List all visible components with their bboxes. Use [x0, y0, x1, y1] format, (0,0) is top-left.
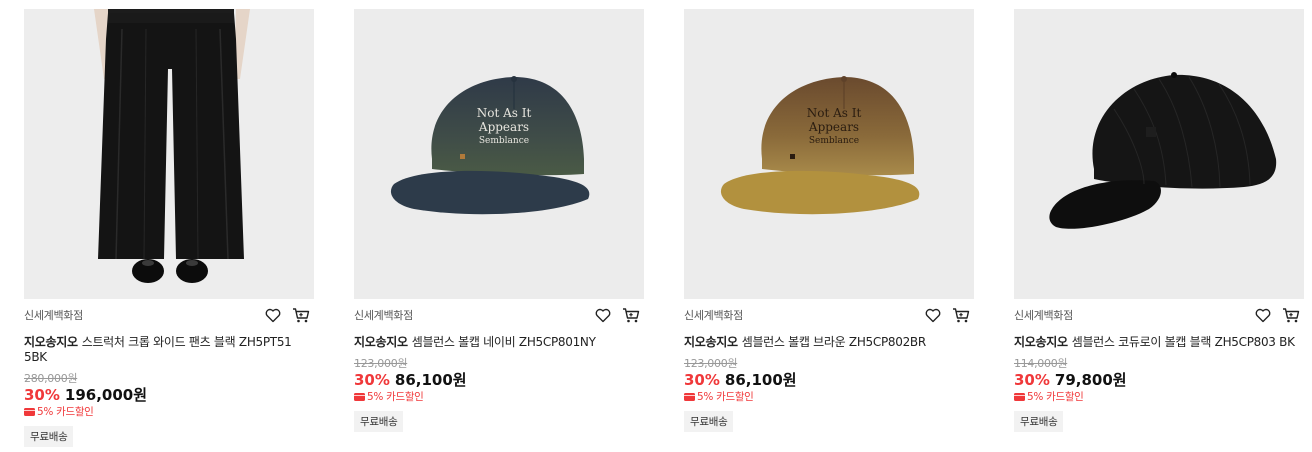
cap-print-line-3: Semblance: [479, 136, 529, 146]
original-price: 114,000원: [1014, 357, 1068, 370]
sale-price: 79,800원: [1054, 371, 1127, 389]
cap-print-line-2: Appears: [478, 120, 529, 134]
heart-icon[interactable]: [1254, 306, 1272, 324]
product-name: 셈블런스 볼캡 네이비 ZH5CP801NY: [411, 335, 596, 349]
product-name: 셈블런스 볼캡 브라운 ZH5CP802BR: [741, 335, 926, 349]
product-title[interactable]: 지오송지오 스트럭처 크롭 와이드 팬츠 블랙 ZH5PT51 5BK: [24, 335, 306, 365]
product-image-corduroy-cap[interactable]: [1014, 9, 1304, 299]
cap-print-line-1: Not As It: [807, 106, 862, 120]
card-discount-text: 5% 카드할인: [1027, 391, 1084, 403]
product-card[interactable]: Not As It Appears Semblance 신세계백화점 지오송지오…: [684, 9, 974, 432]
product-card[interactable]: 신세계백화점 지오송지오 셈블런스 코듀로이 볼캡 블랙 ZH5CP803 BK …: [1014, 9, 1304, 432]
store-name: 신세계백화점: [354, 309, 413, 322]
product-image-pants[interactable]: [24, 9, 314, 299]
brand-name: 지오송지오: [1014, 335, 1068, 349]
discount-rate: 30%: [24, 386, 60, 404]
free-shipping-badge: 무료배송: [684, 411, 734, 432]
store-name: 신세계백화점: [24, 309, 83, 322]
product-card[interactable]: Not As It Appears Semblance 신세계백화점 지오송지오…: [354, 9, 644, 432]
sale-price: 86,100원: [724, 371, 797, 389]
store-name: 신세계백화점: [684, 309, 743, 322]
cart-icon[interactable]: [622, 306, 640, 324]
card-discount-text: 5% 카드할인: [37, 406, 94, 418]
product-title[interactable]: 지오송지오 셈블런스 볼캡 브라운 ZH5CP802BR: [684, 335, 966, 350]
cap-print-line-3: Semblance: [809, 136, 859, 146]
product-name: 셈블런스 코듀로이 볼캡 블랙 ZH5CP803 BK: [1071, 335, 1295, 349]
cap-print-line-2: Appears: [808, 120, 859, 134]
credit-card-icon: [24, 407, 35, 416]
product-grid: 신세계백화점 지오송지오 스트럭처 크롭 와이드 팬츠 블랙 ZH5PT51 5B…: [0, 0, 1312, 452]
brand-name: 지오송지오: [24, 335, 78, 349]
discount-rate: 30%: [684, 371, 720, 389]
card-discount-text: 5% 카드할인: [697, 391, 754, 403]
brand-name: 지오송지오: [684, 335, 738, 349]
heart-icon[interactable]: [924, 306, 942, 324]
credit-card-icon: [684, 392, 695, 401]
store-name: 신세계백화점: [1014, 309, 1073, 322]
card-discount-text: 5% 카드할인: [367, 391, 424, 403]
credit-card-icon: [354, 392, 365, 401]
product-card[interactable]: 신세계백화점 지오송지오 스트럭처 크롭 와이드 팬츠 블랙 ZH5PT51 5B…: [24, 9, 314, 447]
cart-icon[interactable]: [952, 306, 970, 324]
heart-icon[interactable]: [594, 306, 612, 324]
brand-name: 지오송지오: [354, 335, 408, 349]
discount-rate: 30%: [354, 371, 390, 389]
free-shipping-badge: 무료배송: [24, 426, 74, 447]
original-price: 280,000원: [24, 372, 78, 385]
product-image-navy-cap[interactable]: Not As It Appears Semblance: [354, 9, 644, 299]
sale-price: 86,100원: [394, 371, 467, 389]
original-price: 123,000원: [354, 357, 408, 370]
free-shipping-badge: 무료배송: [354, 411, 404, 432]
heart-icon[interactable]: [264, 306, 282, 324]
credit-card-icon: [1014, 392, 1025, 401]
product-title[interactable]: 지오송지오 셈블런스 코듀로이 볼캡 블랙 ZH5CP803 BK: [1014, 335, 1296, 350]
discount-rate: 30%: [1014, 371, 1050, 389]
original-price: 123,000원: [684, 357, 738, 370]
cart-icon[interactable]: [1282, 306, 1300, 324]
cart-icon[interactable]: [292, 306, 310, 324]
free-shipping-badge: 무료배송: [1014, 411, 1064, 432]
product-image-brown-cap[interactable]: Not As It Appears Semblance: [684, 9, 974, 299]
product-title[interactable]: 지오송지오 셈블런스 볼캡 네이비 ZH5CP801NY: [354, 335, 636, 350]
cap-print-line-1: Not As It: [477, 106, 532, 120]
sale-price: 196,000원: [64, 386, 148, 404]
